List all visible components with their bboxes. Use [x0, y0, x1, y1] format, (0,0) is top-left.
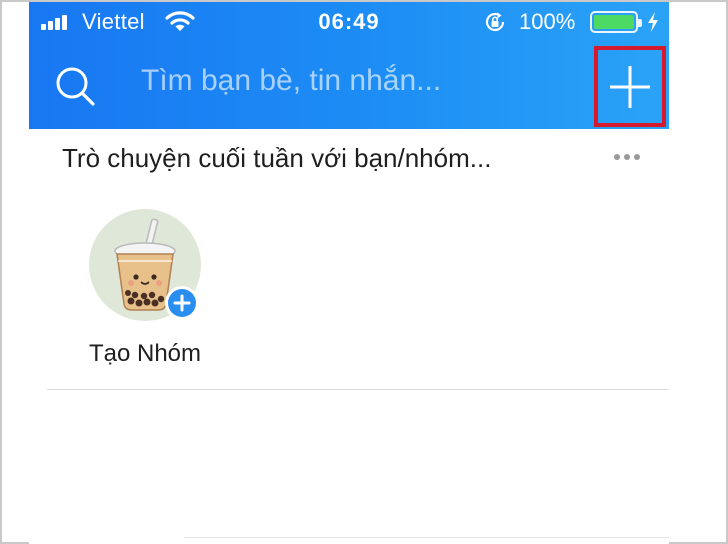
search-icon[interactable] [53, 64, 97, 108]
charging-bolt-icon [648, 12, 658, 32]
create-group-label: Tạo Nhóm [88, 340, 202, 367]
rotation-lock-icon [485, 12, 505, 32]
phone-screen: Viettel 06:49 100% Tìm bạn bè, tin nhắn.… [29, 2, 669, 544]
battery-icon [590, 11, 642, 33]
status-bar: Viettel 06:49 100% [29, 2, 669, 42]
plus-icon [610, 66, 650, 108]
screenshot-frame: Viettel 06:49 100% Tìm bạn bè, tin nhắn.… [0, 0, 728, 544]
plus-badge-icon [165, 286, 199, 320]
create-group-item[interactable]: Tạo Nhóm [79, 207, 211, 377]
divider [184, 537, 669, 538]
section-title: Trò chuyện cuối tuần với bạn/nhóm... [62, 143, 492, 173]
battery-percent: 100% [519, 9, 576, 34]
search-input[interactable]: Tìm bạn bè, tin nhắn... [141, 64, 441, 98]
more-dots-icon[interactable] [614, 154, 642, 162]
add-button[interactable] [594, 46, 666, 127]
divider [47, 389, 669, 390]
top-bar: Viettel 06:49 100% Tìm bạn bè, tin nhắn.… [29, 2, 669, 129]
battery-fill [594, 15, 634, 29]
